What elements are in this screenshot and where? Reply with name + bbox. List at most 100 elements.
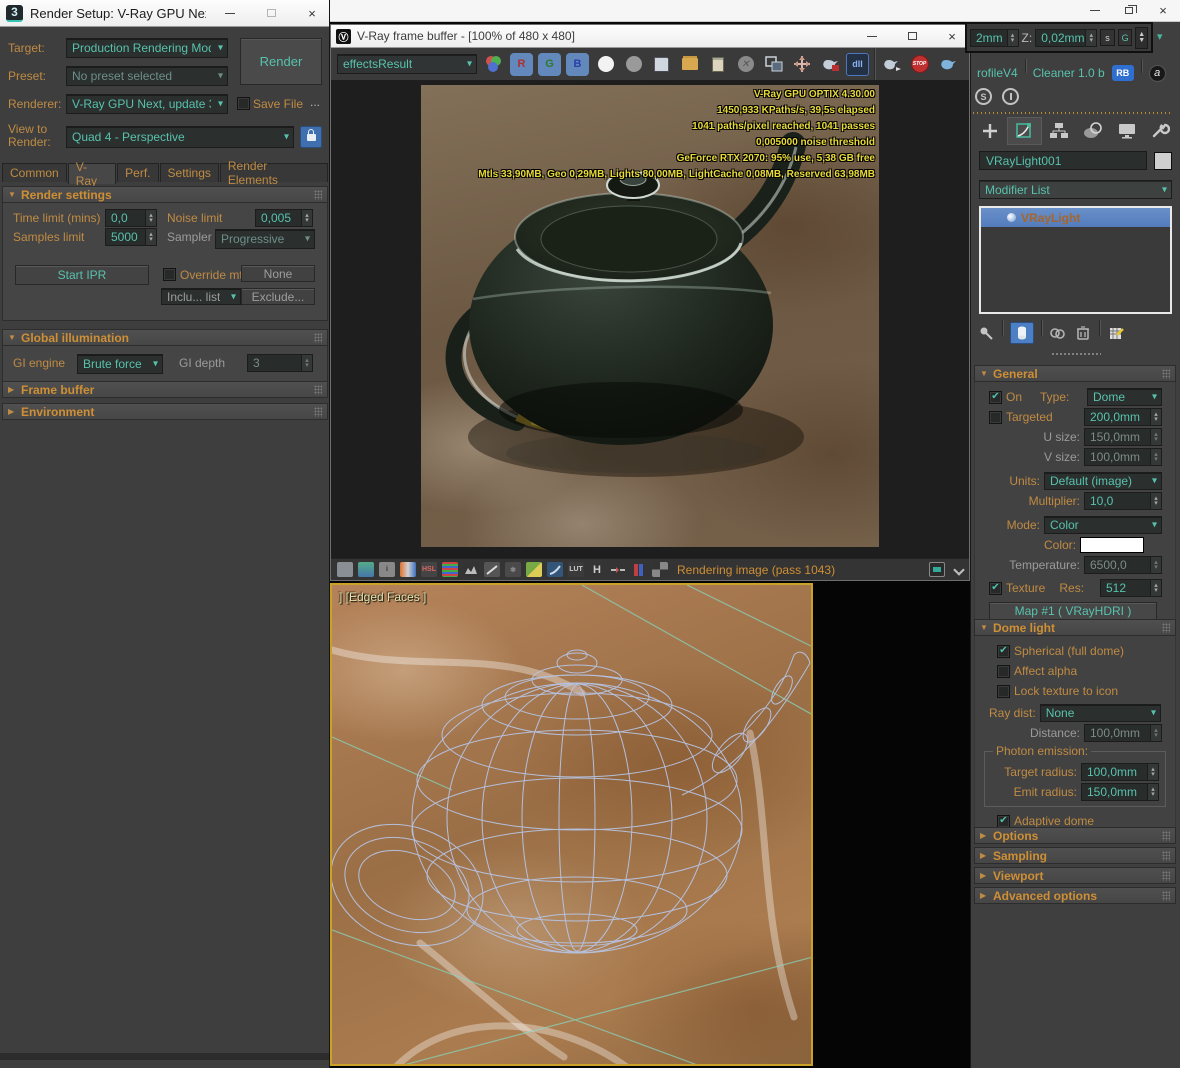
tab-create[interactable]: [973, 117, 1007, 145]
stop-render-button[interactable]: STOP: [908, 53, 931, 76]
tab-perf[interactable]: Perf.: [117, 163, 158, 182]
color-balance-icon[interactable]: [442, 562, 458, 577]
tab-utilities[interactable]: [1143, 117, 1177, 145]
preset-dropdown[interactable]: No preset selected: [66, 66, 228, 86]
global-illumination-rollout-header[interactable]: Global illumination: [2, 329, 328, 346]
spinner-arrows-icon[interactable]: [1147, 784, 1158, 800]
general-rollout-header[interactable]: General: [974, 365, 1176, 382]
spinner-arrows-icon[interactable]: [1150, 429, 1161, 445]
options-rollout-header[interactable]: Options: [974, 827, 1176, 844]
spinner-arrows-icon[interactable]: [1150, 557, 1161, 573]
frame-buffer-rollout-header[interactable]: Frame buffer: [2, 381, 328, 398]
render-settings-rollout-header[interactable]: Render settings: [2, 186, 328, 203]
tab-vray[interactable]: V-Ray: [68, 163, 116, 184]
close-button[interactable]: ×: [295, 0, 329, 26]
ipr-teapot-button[interactable]: [818, 53, 841, 76]
save-file-browse-button[interactable]: ...: [310, 95, 320, 109]
stack-item-vraylight[interactable]: VRayLight: [981, 208, 1170, 227]
track-mouse-button[interactable]: [790, 53, 813, 76]
configure-modifier-sets-button[interactable]: [1107, 324, 1125, 342]
toolbar-overflow-icon[interactable]: ▾: [1157, 30, 1163, 43]
affect-alpha-checkbox[interactable]: [997, 665, 1010, 678]
noise-limit-spinner[interactable]: 0,005: [255, 209, 313, 227]
vfb-titlebar[interactable]: Ⓥ V-Ray frame buffer - [100% of 480 x 48…: [331, 25, 969, 48]
minimize-button[interactable]: [1078, 0, 1112, 22]
blue-channel-button[interactable]: B: [566, 53, 589, 76]
copy-to-clipboard-button[interactable]: [706, 53, 729, 76]
viewport-label[interactable]: ] [Edged Faces ]: [339, 590, 426, 604]
u-size-spinner[interactable]: 150,0mm: [1084, 428, 1162, 446]
lock-view-button[interactable]: [300, 126, 322, 148]
on-checkbox[interactable]: [989, 391, 1002, 404]
texture-checkbox[interactable]: [989, 582, 1002, 595]
object-name-field[interactable]: VRayLight001: [979, 151, 1147, 170]
lock-texture-checkbox[interactable]: [997, 685, 1010, 698]
renderer-dropdown[interactable]: V-Ray GPU Next, update 3: [66, 94, 228, 114]
type-dropdown[interactable]: Dome: [1087, 388, 1162, 406]
distance-spinner[interactable]: 100,0mm: [1084, 724, 1162, 742]
spinner-arrows-icon[interactable]: [1150, 493, 1161, 509]
res-spinner[interactable]: 512: [1100, 579, 1162, 597]
spinner-arrows-icon[interactable]: [1150, 580, 1161, 596]
tab-motion[interactable]: [1076, 117, 1110, 145]
minimize-button[interactable]: [213, 0, 247, 26]
coord-x-spinner[interactable]: 2mm: [970, 29, 1019, 47]
heatmap-icon[interactable]: H: [589, 562, 605, 577]
curve-pencil-icon[interactable]: [484, 562, 500, 577]
power-info-icon[interactable]: [1002, 88, 1019, 105]
time-limit-spinner[interactable]: 0,0: [105, 209, 157, 227]
monochrome-button[interactable]: [622, 53, 645, 76]
sticky-settings-icon[interactable]: S: [975, 88, 992, 105]
sampler-dropdown[interactable]: Progressive: [215, 229, 315, 249]
spinner-arrows-icon[interactable]: [1147, 764, 1158, 780]
render-setup-titlebar[interactable]: 3 Render Setup: V-Ray GPU Next... ×: [0, 0, 329, 27]
spinner-arrows-icon[interactable]: [1150, 449, 1161, 465]
units-dropdown[interactable]: Default (image): [1044, 472, 1162, 490]
spinner-arrows-icon[interactable]: [145, 229, 156, 245]
samples-limit-spinner[interactable]: 5000: [105, 228, 157, 246]
alpha-checker-icon[interactable]: [652, 562, 668, 577]
targeted-spinner[interactable]: 200,0mm: [1084, 408, 1162, 426]
temperature-spinner[interactable]: 6500,0: [1084, 556, 1162, 574]
spinner-arrows-icon[interactable]: [1150, 409, 1161, 425]
v-size-spinner[interactable]: 100,0mm: [1084, 448, 1162, 466]
rendered-image[interactable]: V-Ray GPU OPTIX 4.30.00 1450,933 KPaths/…: [421, 85, 879, 547]
close-button[interactable]: ×: [1146, 0, 1180, 22]
view-to-render-dropdown[interactable]: Quad 4 - Perspective: [66, 126, 294, 148]
render-last-button[interactable]: [880, 53, 903, 76]
environment-rollout-header[interactable]: Environment: [2, 403, 328, 420]
maximize-button[interactable]: [895, 25, 929, 47]
target-radius-spinner[interactable]: 100,0mm: [1081, 763, 1159, 781]
red-channel-button[interactable]: R: [510, 53, 533, 76]
remove-modifier-button[interactable]: [1074, 324, 1092, 342]
override-mtl-checkbox[interactable]: [163, 268, 176, 281]
ab-compare-icon[interactable]: [610, 562, 626, 577]
debug-shading-button[interactable]: dll: [846, 53, 869, 76]
snap-s-button[interactable]: s: [1100, 29, 1115, 46]
maximize-button[interactable]: [254, 0, 288, 26]
channel-dropdown[interactable]: effectsResult: [337, 54, 477, 74]
light-color-swatch[interactable]: [1080, 537, 1144, 553]
spinner-arrows-icon[interactable]: [301, 210, 312, 226]
save-image-button[interactable]: [650, 53, 673, 76]
grid-g-button[interactable]: G: [1118, 29, 1133, 46]
show-end-result-button[interactable]: [1010, 322, 1034, 344]
tab-render-elements[interactable]: Render Elements: [220, 163, 328, 182]
start-ipr-button[interactable]: Start IPR: [15, 265, 149, 285]
pin-stack-button[interactable]: [977, 324, 995, 342]
stamp-toggle-icon[interactable]: [929, 562, 945, 577]
tab-hierarchy[interactable]: [1042, 117, 1076, 145]
profile-label[interactable]: rofileV4: [977, 66, 1018, 80]
advanced-options-rollout-header[interactable]: Advanced options: [974, 887, 1176, 904]
target-dropdown[interactable]: Production Rendering Mode: [66, 38, 228, 58]
panel-resize-grip[interactable]: [1051, 352, 1101, 356]
alpha-channel-button[interactable]: [594, 53, 617, 76]
a-logo-icon[interactable]: a: [1149, 65, 1166, 82]
restore-button[interactable]: [1112, 0, 1146, 22]
targeted-checkbox[interactable]: [989, 411, 1002, 424]
info-icon[interactable]: i: [379, 562, 395, 577]
vfb-history-icon[interactable]: [337, 562, 353, 577]
spinner-arrows-icon[interactable]: [1150, 725, 1161, 741]
sampling-rollout-header[interactable]: Sampling: [974, 847, 1176, 864]
tab-common[interactable]: Common: [2, 163, 67, 182]
